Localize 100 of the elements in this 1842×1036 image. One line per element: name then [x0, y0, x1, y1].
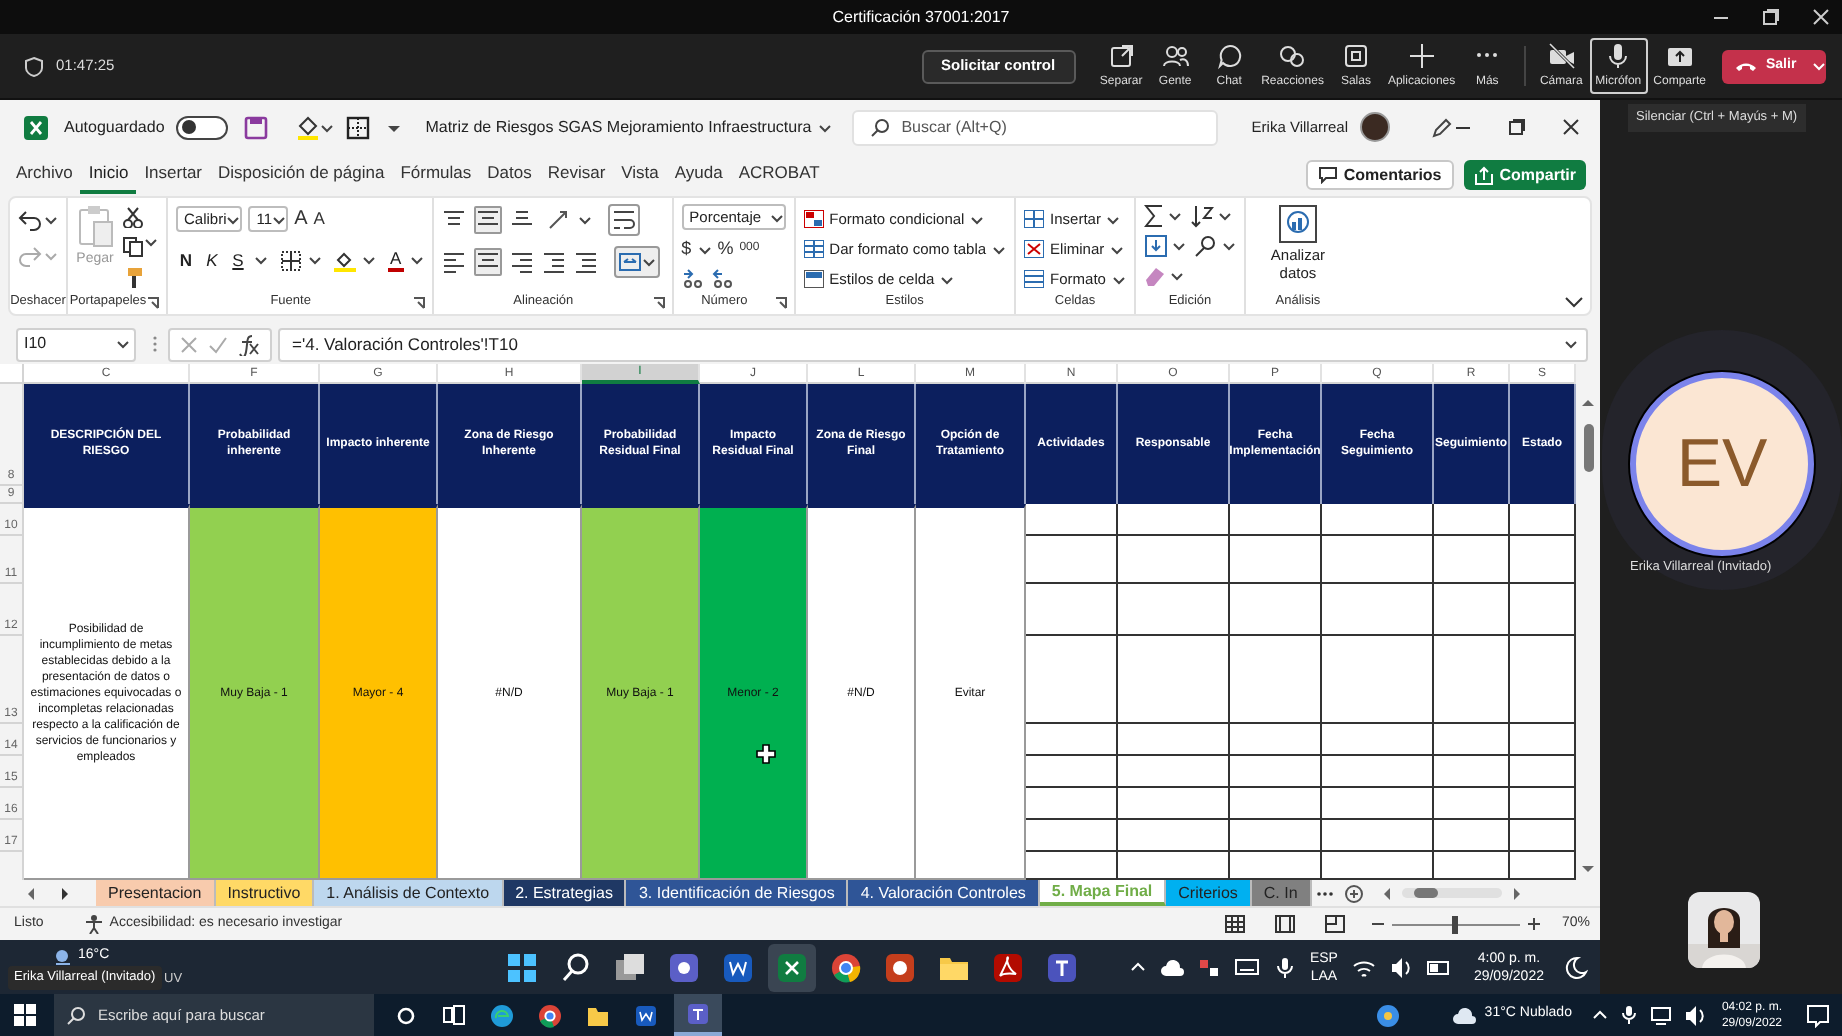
- window-title: Certificación 37001:2017: [832, 5, 1010, 29]
- powerpoint-icon: [884, 951, 916, 983]
- microphone-icon: [1604, 41, 1633, 69]
- scroll-right-icon: [1509, 885, 1524, 901]
- table-cell: [1322, 820, 1434, 852]
- collapse-ribbon-icon: [1564, 296, 1584, 308]
- save-icon: [243, 115, 268, 139]
- more-sheets-icon: [1315, 888, 1334, 898]
- find-icon: [1193, 234, 1218, 258]
- page-layout-icon: [1273, 914, 1296, 934]
- sheet-tab[interactable]: C. In: [1251, 880, 1312, 906]
- excel-icon: [776, 951, 808, 983]
- italic-button[interactable]: K: [202, 248, 222, 274]
- caret-icon: [226, 213, 241, 225]
- ribbon-tab[interactable]: ACROBAT: [730, 157, 828, 193]
- popout-icon: [1107, 41, 1136, 69]
- search-icon: [66, 1005, 86, 1025]
- table-cell: [1026, 536, 1118, 584]
- table-cell: [1026, 504, 1118, 536]
- caret-icon: [1564, 338, 1578, 350]
- table-cell: [1118, 536, 1230, 584]
- percent-button[interactable]: %: [717, 236, 734, 263]
- ribbon-tab[interactable]: Vista: [613, 157, 667, 193]
- table-cell: [1230, 636, 1322, 724]
- table-cell: [1434, 584, 1510, 636]
- table-cell: [1322, 636, 1434, 724]
- table-cell: [1230, 584, 1322, 636]
- table-cell: [1026, 636, 1118, 724]
- increase-decimal-icon: [681, 267, 704, 289]
- sheet-tab[interactable]: 2. Estrategias: [503, 880, 627, 906]
- caret-icon: [1106, 213, 1121, 225]
- scissors-icon: [122, 206, 144, 228]
- zoom-slider[interactable]: [1391, 915, 1520, 933]
- battery-icon: [1425, 957, 1452, 977]
- sum-icon: [1143, 204, 1164, 228]
- comments-button[interactable]: Comentarios: [1305, 160, 1454, 190]
- table-cell: [1026, 584, 1118, 636]
- cloud-icon: [1452, 1005, 1477, 1025]
- circle-icon: [396, 1005, 416, 1025]
- align-left-icon: [441, 250, 466, 274]
- zoom-slider-thumb[interactable]: [1452, 915, 1459, 933]
- normal-view-icon: [1223, 914, 1246, 934]
- ribbon-tab[interactable]: Insertar: [136, 157, 211, 193]
- currency-button[interactable]: $: [681, 236, 692, 263]
- caret-icon: [254, 254, 268, 267]
- ribbon-tab[interactable]: Archivo: [8, 157, 81, 193]
- function-icon: [238, 333, 260, 355]
- accessibility-icon: [83, 914, 104, 934]
- caret-icon: [44, 214, 58, 226]
- table-cell: [1434, 724, 1510, 756]
- cloud-icon: [1159, 957, 1184, 977]
- cancel-icon: [180, 335, 198, 353]
- horizontal-scrollbar[interactable]: [1401, 888, 1502, 898]
- ribbon-tab[interactable]: Ayuda: [666, 157, 731, 193]
- scrollbar-thumb[interactable]: [1583, 424, 1593, 472]
- network-icon: [1649, 1004, 1672, 1026]
- caret-icon: [1221, 240, 1236, 252]
- sheet-tab[interactable]: Presentacion: [96, 880, 216, 906]
- sheet-tab[interactable]: Criterios: [1166, 880, 1252, 906]
- sheet-tab[interactable]: 1. Análisis de Contexto: [314, 880, 504, 906]
- autosave-toggle[interactable]: [176, 115, 228, 139]
- eraser-icon: [1143, 264, 1166, 286]
- sheet-tab[interactable]: 3. Identificación de Riesgos: [626, 880, 849, 906]
- table-cell: [1026, 756, 1118, 788]
- caret-icon: [116, 338, 130, 350]
- ribbon-tab[interactable]: Revisar: [539, 157, 614, 193]
- cell-styles-icon: [803, 270, 824, 288]
- chat-icon: [1215, 41, 1244, 69]
- underline-button[interactable]: S: [228, 248, 248, 274]
- table-cell: [1230, 536, 1322, 584]
- ribbon-tab[interactable]: Disposición de página: [210, 157, 393, 193]
- document-title[interactable]: Matriz de Riesgos SGAS Mejoramiento Infraestructura: [425, 115, 832, 139]
- table-cell: [1026, 820, 1118, 852]
- table-cell: [1434, 504, 1510, 536]
- sheet-tab[interactable]: 4. Valoración Controles: [848, 880, 1040, 906]
- scroll-left-icon: [1379, 885, 1394, 901]
- sheet-tab[interactable]: Instructivo: [215, 880, 315, 906]
- ribbon-tab[interactable]: Fórmulas: [392, 157, 480, 193]
- caret-icon: [1169, 269, 1184, 281]
- name-box[interactable]: I10: [16, 327, 136, 361]
- search-field[interactable]: Buscar (Alt+Q): [851, 109, 1218, 145]
- dialog-launcher-icon: [411, 296, 426, 310]
- word-icon: [722, 951, 754, 983]
- weather-icon: [52, 946, 72, 967]
- font-color-button[interactable]: A: [388, 249, 404, 272]
- analyze-data-icon: [1277, 204, 1318, 244]
- formula-field[interactable]: ='4. Valoración Controles'!T10: [278, 327, 1588, 361]
- user-avatar[interactable]: [1360, 112, 1390, 142]
- grow-font-button[interactable]: A: [294, 204, 308, 234]
- caret-icon: [1167, 210, 1182, 222]
- ribbon-tab[interactable]: Datos: [479, 157, 540, 193]
- share-button[interactable]: Compartir: [1463, 160, 1586, 190]
- bold-button[interactable]: N: [176, 248, 196, 274]
- shrink-font-button[interactable]: A: [313, 206, 325, 232]
- table-format-icon: [803, 240, 824, 258]
- table-cell: [1230, 504, 1322, 536]
- fill-color-icon: [334, 249, 356, 272]
- caret-icon: [362, 254, 376, 267]
- task-view-icon: [614, 951, 646, 983]
- caret-icon: [940, 273, 955, 285]
